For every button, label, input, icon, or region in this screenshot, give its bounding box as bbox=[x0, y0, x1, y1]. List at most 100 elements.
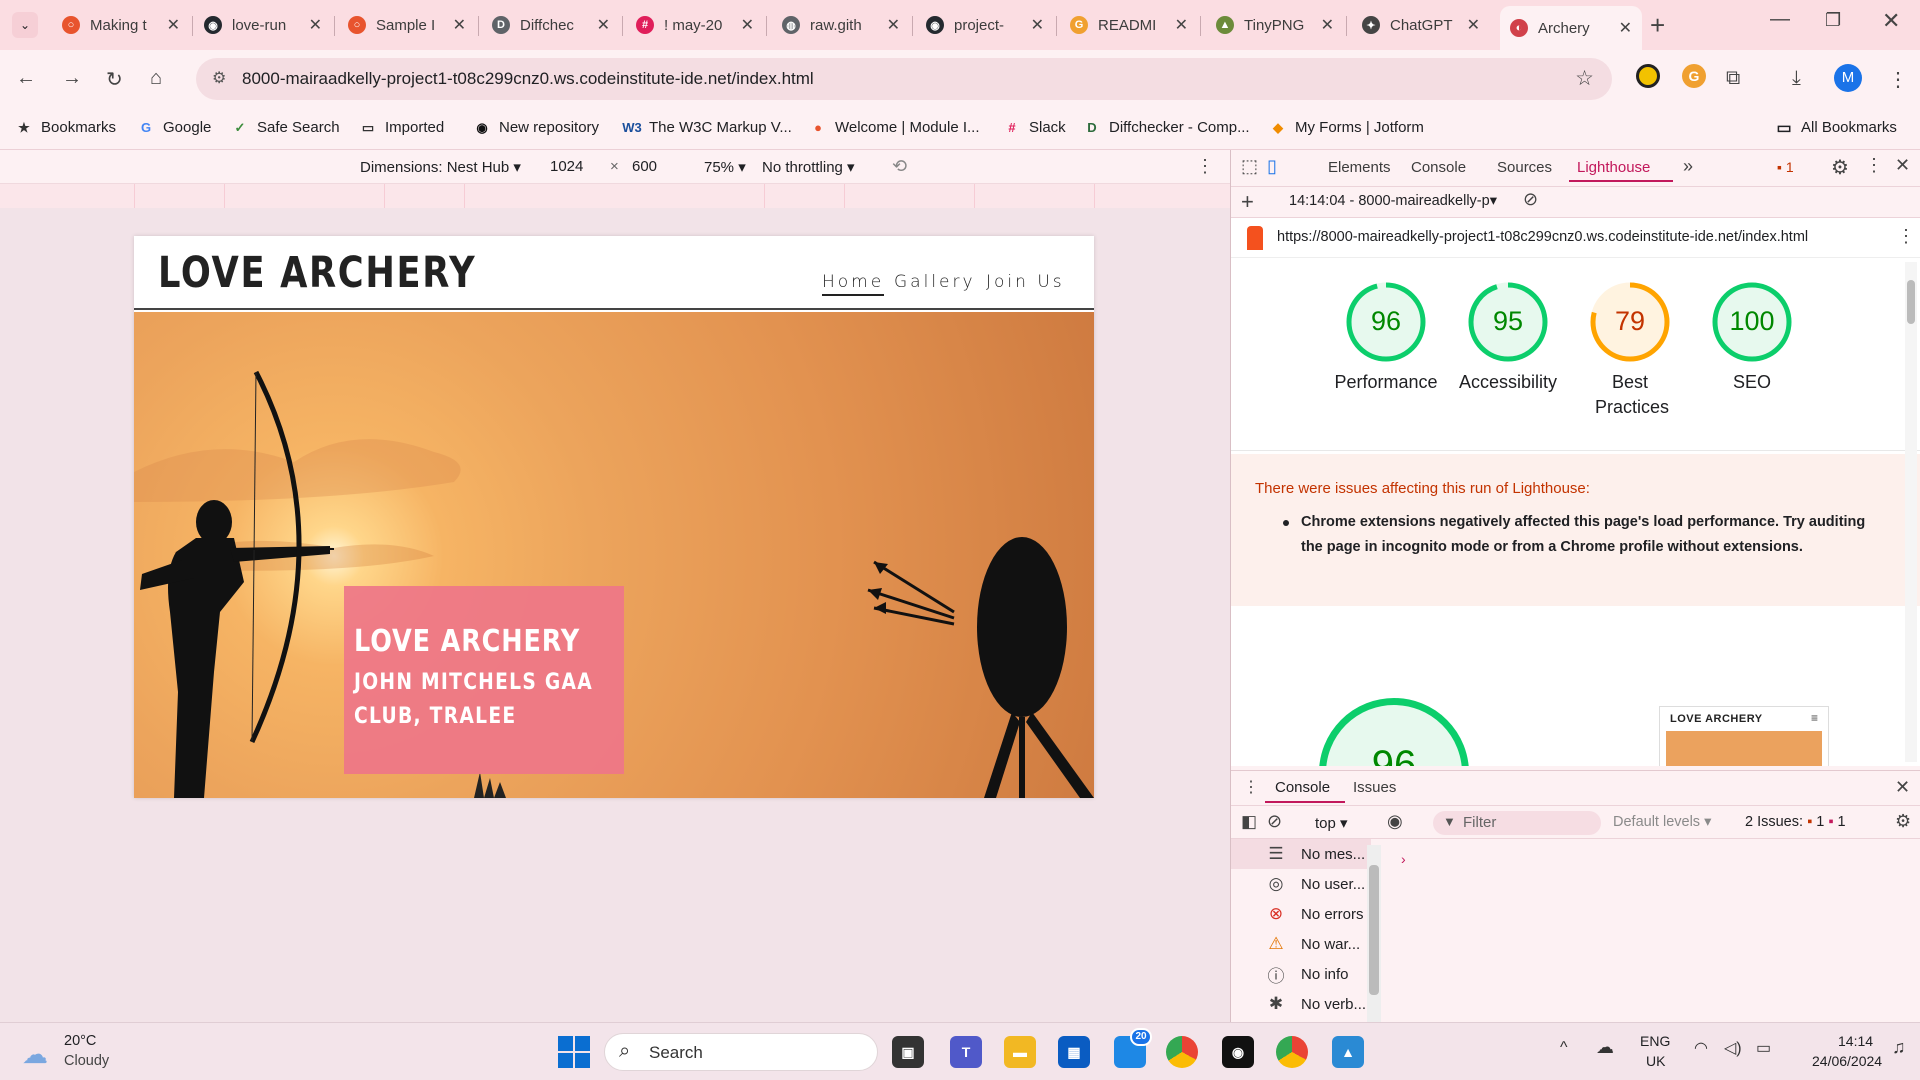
bookmark-item[interactable]: W3 The W3C Markup V... bbox=[622, 119, 792, 136]
more-tabs-icon[interactable]: » bbox=[1683, 156, 1693, 177]
rotate-icon[interactable]: ⟲ bbox=[892, 156, 907, 177]
browser-tab[interactable]: ▲ TinyPNG ✕ bbox=[1206, 8, 1344, 42]
bookmark-star-icon[interactable]: ☆ bbox=[1575, 66, 1594, 91]
clear-reports-icon[interactable]: ⊘ bbox=[1523, 189, 1538, 210]
teams-icon[interactable]: T bbox=[950, 1036, 982, 1068]
issues-summary[interactable]: 2 Issues: ▪ 1 ▪ 1 bbox=[1745, 814, 1846, 830]
device-dimensions-select[interactable]: Dimensions: Nest Hub ▾ bbox=[360, 158, 521, 176]
site-info-icon[interactable]: ⚙ bbox=[212, 68, 226, 88]
profile-avatar[interactable]: M bbox=[1834, 64, 1862, 92]
console-sidebar-item[interactable]: ⚠ No war... bbox=[1231, 929, 1371, 959]
store-icon[interactable]: ▦ bbox=[1058, 1036, 1090, 1068]
sidebar-scrollbar[interactable] bbox=[1367, 845, 1381, 1023]
report-select[interactable]: 14:14:04 - 8000-maireadkelly-p▾ bbox=[1289, 193, 1497, 209]
console-sidebar-item[interactable]: ⊗ No errors bbox=[1231, 899, 1371, 929]
extension-icon[interactable] bbox=[1636, 64, 1660, 88]
site-logo[interactable]: LOVE ARCHERY bbox=[158, 248, 476, 298]
taskbar-search[interactable]: ⌕ Search bbox=[604, 1033, 878, 1071]
console-sidebar-item[interactable]: ✱ No verb... bbox=[1231, 989, 1371, 1019]
minimize-icon[interactable]: — bbox=[1770, 8, 1790, 31]
issues-counter[interactable]: ▪ 1 bbox=[1777, 159, 1794, 175]
chrome-icon[interactable] bbox=[1166, 1036, 1198, 1068]
device-height-input[interactable]: 600 bbox=[632, 158, 657, 175]
new-tab-icon[interactable]: + bbox=[1650, 10, 1665, 41]
outlook-icon[interactable]: 20 bbox=[1114, 1028, 1152, 1068]
browser-tab[interactable]: ◐ Archery ✕ bbox=[1500, 6, 1642, 50]
wifi-icon[interactable]: ◠ bbox=[1694, 1038, 1708, 1058]
address-bar[interactable]: ⚙ 8000-mairaadkelly-project1-t08c299cnz0… bbox=[196, 58, 1612, 100]
report-scrollbar[interactable] bbox=[1905, 262, 1917, 762]
report-url[interactable]: https://8000-maireadkelly-project1-t08c2… bbox=[1277, 229, 1808, 245]
filter-input[interactable]: ▼ Filter bbox=[1433, 811, 1601, 835]
settings-icon[interactable]: ⚙ bbox=[1831, 155, 1849, 180]
forward-icon[interactable]: → bbox=[62, 67, 82, 90]
drawer-tab-issues[interactable]: Issues bbox=[1353, 779, 1396, 796]
throttling-select[interactable]: No throttling ▾ bbox=[762, 158, 855, 176]
browser-tab[interactable]: D Diffchec ✕ bbox=[482, 8, 620, 42]
volume-icon[interactable]: ◁) bbox=[1724, 1038, 1742, 1058]
tab-close-icon[interactable]: ✕ bbox=[1619, 18, 1632, 38]
home-icon[interactable]: ⌂ bbox=[150, 67, 162, 90]
browser-tab[interactable]: G READMI ✕ bbox=[1060, 8, 1198, 42]
close-devtools-icon[interactable]: ✕ bbox=[1895, 155, 1910, 176]
tab-search-icon[interactable]: ⌄ bbox=[12, 12, 38, 38]
tab-close-icon[interactable]: ✕ bbox=[1175, 15, 1188, 35]
chrome-profile-icon[interactable] bbox=[1276, 1036, 1308, 1068]
github-desktop-icon[interactable]: ◉ bbox=[1222, 1036, 1254, 1068]
browser-tab[interactable]: ✦ ChatGPT ✕ bbox=[1352, 8, 1490, 42]
task-view-icon[interactable]: ▣ bbox=[892, 1036, 924, 1068]
bookmark-item[interactable]: D Diffchecker - Comp... bbox=[1084, 119, 1249, 136]
tab-close-icon[interactable]: ✕ bbox=[741, 15, 754, 35]
console-sidebar-item[interactable]: ⓘ No info bbox=[1231, 959, 1371, 989]
close-drawer-icon[interactable]: ✕ bbox=[1895, 777, 1910, 798]
browser-tab[interactable]: ◉ love-run ✕ bbox=[194, 8, 332, 42]
browser-tab[interactable]: ◍ raw.gith ✕ bbox=[772, 8, 910, 42]
score-gauge[interactable]: 95 Accessibility bbox=[1447, 280, 1569, 395]
file-explorer-icon[interactable]: ▬ bbox=[1004, 1036, 1036, 1068]
bookmark-item[interactable]: # Slack bbox=[1004, 119, 1065, 136]
bookmark-item[interactable]: ◆ My Forms | Jotform bbox=[1270, 119, 1424, 136]
sidebar-toggle-icon[interactable]: ◧ bbox=[1241, 812, 1257, 832]
nav-gallery[interactable]: Gallery bbox=[894, 272, 976, 292]
device-width-input[interactable]: 1024 bbox=[550, 158, 583, 175]
nav-home[interactable]: Home bbox=[822, 272, 885, 296]
close-window-icon[interactable]: ✕ bbox=[1882, 8, 1900, 34]
bookmark-item[interactable]: G Google bbox=[138, 119, 211, 136]
tab-close-icon[interactable]: ✕ bbox=[167, 15, 180, 35]
devtools-tab-console[interactable]: Console bbox=[1411, 159, 1466, 176]
console-sidebar-item[interactable]: ☰ No mes... bbox=[1231, 839, 1371, 869]
new-report-icon[interactable]: + bbox=[1241, 189, 1254, 215]
devtools-menu-icon[interactable]: ⋮ bbox=[1865, 155, 1883, 176]
grammarly-icon[interactable]: G bbox=[1682, 64, 1706, 88]
devtools-tab-lighthouse[interactable]: Lighthouse bbox=[1577, 159, 1650, 176]
weather-cloud-icon[interactable]: ☁ bbox=[22, 1039, 48, 1070]
back-icon[interactable]: ← bbox=[16, 67, 36, 90]
log-levels-select[interactable]: Default levels ▾ bbox=[1613, 814, 1711, 830]
console-settings-icon[interactable]: ⚙ bbox=[1895, 811, 1911, 832]
inspect-element-icon[interactable]: ⬚ bbox=[1241, 156, 1258, 177]
all-bookmarks[interactable]: ▭ All Bookmarks bbox=[1776, 119, 1896, 137]
browser-tab[interactable]: ○ Sample I ✕ bbox=[338, 8, 476, 42]
clear-console-icon[interactable]: ⊘ bbox=[1267, 811, 1282, 832]
browser-tab[interactable]: ◉ project- ✕ bbox=[916, 8, 1054, 42]
score-gauge[interactable]: 79 Best Practices bbox=[1569, 280, 1691, 420]
device-more-icon[interactable]: ⋮ bbox=[1196, 156, 1214, 177]
weather-temp[interactable]: 20°C bbox=[64, 1033, 96, 1049]
report-menu-icon[interactable]: ⋮ bbox=[1897, 226, 1915, 247]
context-select[interactable]: top ▾ bbox=[1315, 814, 1348, 832]
download-icon[interactable]: ⤓ bbox=[1792, 67, 1801, 90]
menu-icon[interactable]: ⋮ bbox=[1888, 67, 1908, 92]
browser-tab[interactable]: # ! may-20 ✕ bbox=[626, 8, 764, 42]
bookmark-item[interactable]: ★ Bookmarks bbox=[16, 119, 116, 136]
notifications-icon[interactable]: ♫ bbox=[1892, 1037, 1906, 1058]
photos-icon[interactable]: ▲ bbox=[1332, 1036, 1364, 1068]
browser-tab[interactable]: ○ Making t ✕ bbox=[52, 8, 190, 42]
weather-desc[interactable]: Cloudy bbox=[64, 1053, 109, 1069]
region-code[interactable]: UK bbox=[1646, 1053, 1665, 1069]
bookmark-item[interactable]: ◉ New repository bbox=[474, 119, 599, 136]
device-toggle-icon[interactable]: ▯ bbox=[1267, 156, 1277, 177]
devtools-tab-elements[interactable]: Elements bbox=[1328, 159, 1391, 176]
tab-close-icon[interactable]: ✕ bbox=[597, 15, 610, 35]
clock-date[interactable]: 24/06/2024 bbox=[1812, 1053, 1882, 1069]
zoom-select[interactable]: 75% ▾ bbox=[704, 158, 746, 176]
